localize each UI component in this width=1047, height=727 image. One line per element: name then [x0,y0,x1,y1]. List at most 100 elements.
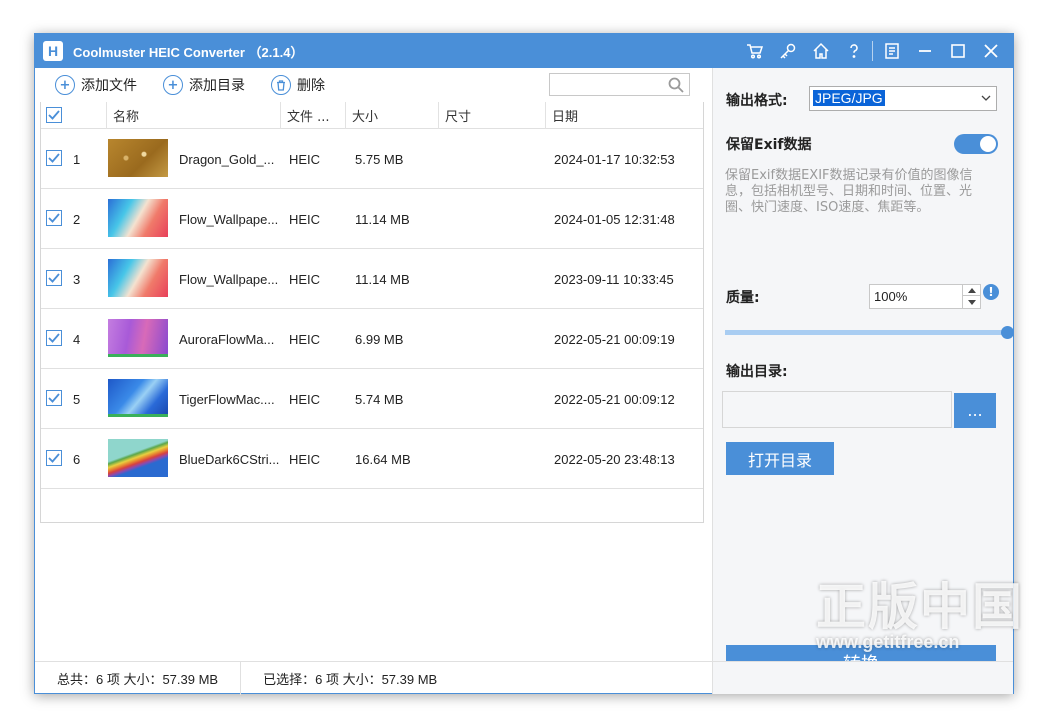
row-index: 3 [73,271,81,287]
help-icon[interactable] [837,34,870,68]
row-size: 11.14 MB [355,271,410,287]
column-header-size[interactable]: 大小 [345,102,438,129]
table-row[interactable]: 4 AuroraFlowMa... HEIC 6.99 MB 2022-05-2… [41,309,703,369]
row-checkbox[interactable] [46,150,62,166]
row-type: HEIC [289,391,321,407]
row-name: Flow_Wallpape... [179,211,279,227]
row-checkbox[interactable] [46,210,62,226]
status-bar: 总共：6 项 大小：57.39 MB 已选择：6 项 大小：57.39 MB [35,661,712,695]
output-format-select[interactable]: JPEG/JPG [809,86,997,111]
output-format-value: JPEG/JPG [813,90,885,106]
row-date: 2023-09-11 10:33:45 [554,271,674,287]
output-format-label: 输出格式: [726,93,788,109]
image-thumbnail [108,139,168,177]
app-logo-icon: H [43,41,63,61]
column-header-date[interactable]: 日期 [545,102,703,129]
column-header-dimension[interactable]: 尺寸 [438,102,545,129]
settings-pane: 输出格式: JPEG/JPG 保留Exif数据 保留Exif数据EXIF数据记录… [712,68,1014,681]
row-checkbox[interactable] [46,270,62,286]
chevron-down-icon [981,91,991,109]
exif-description: 保留Exif数据EXIF数据记录有价值的图像信息，包括相机型号、日期和时间、位置… [725,168,973,215]
exif-toggle[interactable] [954,134,998,154]
quality-spinner [962,285,980,308]
row-date: 2022-05-21 00:09:19 [554,331,675,347]
row-type: HEIC [289,151,321,167]
row-checkbox[interactable] [46,450,62,466]
row-index: 4 [73,331,81,347]
row-name: BlueDark6CStri... [179,451,279,467]
table-row[interactable]: 6 BlueDark6CStri... HEIC 16.64 MB 2022-0… [41,429,703,489]
open-folder-button[interactable]: 打开目录 [726,442,834,475]
row-size: 5.74 MB [355,391,404,407]
column-header-type[interactable]: 文件 ... [280,102,345,129]
image-thumbnail [108,439,168,477]
add-folder-label: 添加目录 [189,78,245,94]
maximize-icon[interactable] [941,34,974,68]
table-row[interactable]: 5 TigerFlowMac.... HEIC 5.74 MB 2022-05-… [41,369,703,429]
add-file-label: 添加文件 [81,78,137,94]
close-icon[interactable] [974,34,1007,68]
key-icon[interactable] [771,34,804,68]
browse-button[interactable]: ... [954,393,996,428]
row-index: 2 [73,211,81,227]
status-total: 总共：6 项 大小：57.39 MB [57,671,219,687]
row-index: 5 [73,391,81,407]
quality-slider[interactable] [725,326,1014,339]
image-thumbnail [108,319,168,357]
home-icon[interactable] [804,34,837,68]
minimize-icon[interactable] [908,34,941,68]
exif-label: 保留Exif数据 [726,137,812,153]
row-checkbox[interactable] [46,330,62,346]
table-row[interactable]: 3 Flow_Wallpape... HEIC 11.14 MB 2023-09… [41,249,703,309]
title-bar[interactable]: H Coolmuster HEIC Converter （2.1.4） [35,34,1013,68]
window-title: Coolmuster HEIC Converter （2.1.4） [73,44,304,60]
delete-label: 删除 [297,78,325,94]
add-folder-icon: + [163,75,183,95]
quality-slider-fill [725,330,1007,335]
delete-button[interactable]: 删除 [271,75,325,95]
quality-slider-handle[interactable] [1001,326,1014,339]
row-index: 6 [73,451,81,467]
row-type: HEIC [289,271,321,287]
add-file-icon: + [55,75,75,95]
table-header: 名称 文件 ... 大小 尺寸 日期 [41,102,703,129]
output-dir-input[interactable] [722,391,952,428]
row-date: 2024-01-05 12:31:48 [554,211,675,227]
file-list-pane: + 添加文件 + 添加目录 删除 名称 文件 ... 大小 尺寸 日期 1 Dr… [35,68,712,661]
row-date: 2022-05-21 00:09:12 [554,391,675,407]
add-folder-button[interactable]: + 添加目录 [163,75,245,95]
image-thumbnail [108,379,168,417]
row-checkbox[interactable] [46,390,62,406]
title-bar-controls [738,34,1007,68]
row-size: 6.99 MB [355,331,404,347]
status-selected: 已选择：6 项 大小：57.39 MB [263,671,438,687]
search-icon[interactable] [667,76,685,98]
column-header-name[interactable]: 名称 [106,102,280,129]
row-size: 16.64 MB [355,451,411,467]
row-name: Dragon_Gold_... [179,151,275,167]
search-input[interactable] [549,73,690,96]
add-file-button[interactable]: + 添加文件 [55,75,137,95]
cart-icon[interactable] [738,34,771,68]
quality-stepper[interactable]: 100% [869,284,981,309]
row-name: Flow_Wallpape... [179,271,279,287]
toggle-knob [980,136,996,152]
row-size: 11.14 MB [355,211,410,227]
row-type: HEIC [289,211,321,227]
quality-label: 质量: [726,290,760,306]
row-date: 2024-01-17 10:32:53 [554,151,675,167]
select-all-checkbox[interactable] [46,107,62,123]
table-row[interactable]: 1 Dragon_Gold_... HEIC 5.75 MB 2024-01-1… [41,129,703,189]
feedback-icon[interactable] [875,34,908,68]
quality-value: 100% [874,289,908,304]
file-table: 名称 文件 ... 大小 尺寸 日期 1 Dragon_Gold_... HEI… [40,102,704,523]
toolbar: + 添加文件 + 添加目录 删除 [35,68,712,102]
table-row[interactable]: 2 Flow_Wallpape... HEIC 11.14 MB 2024-01… [41,189,703,249]
trash-icon [271,75,291,95]
spin-up-icon[interactable] [963,285,980,296]
spin-down-icon[interactable] [963,297,980,308]
status-bar-right [712,661,1013,694]
info-icon[interactable]: ! [983,284,999,300]
output-dir-label: 输出目录: [726,364,788,380]
row-date: 2022-05-20 23:48:13 [554,451,675,467]
